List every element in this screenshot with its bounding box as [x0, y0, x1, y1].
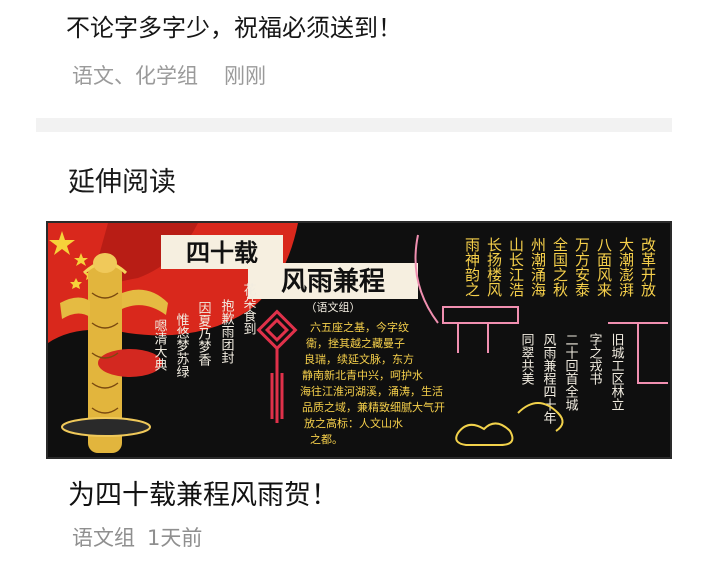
- article-title[interactable]: 为四十载兼程风雨贺！: [68, 473, 338, 512]
- svg-text:因夏乃梦香: 因夏乃梦香: [196, 301, 212, 367]
- svg-text:山长江浩: 山长江浩: [507, 237, 525, 297]
- article-thumbnail[interactable]: 四十载 风雨兼程 （语文组） 因夏乃梦香 惟悠梦苏绿 嗯清大典 抱歉雨团封 花朵…: [46, 221, 672, 459]
- svg-text:良瑞，续延文脉，东方: 良瑞，续延文脉，东方: [304, 352, 414, 366]
- article-meta: 语文组 1天前: [72, 522, 202, 552]
- svg-text:长扬楼风: 长扬楼风: [485, 237, 503, 298]
- article-author: 语文组: [72, 526, 135, 550]
- svg-text:静南新北青中兴，呵护水: 静南新北青中兴，呵护水: [302, 368, 423, 382]
- svg-text:衛，挫其越之藏曼子: 衛，挫其越之藏曼子: [306, 336, 405, 350]
- board-group-label: （语文组）: [306, 300, 361, 314]
- section-divider: [36, 118, 672, 132]
- svg-text:放之高标：人文山水: 放之高标：人文山水: [304, 416, 403, 430]
- svg-text:同翠共美: 同翠共美: [519, 333, 535, 385]
- svg-text:品质之域，兼精致细腻大气开: 品质之域，兼精致细腻大气开: [302, 400, 445, 414]
- article-title[interactable]: 不论字多字少，祝福必须送到！: [66, 8, 402, 43]
- svg-text:万方安泰: 万方安泰: [573, 237, 591, 297]
- svg-text:州潮涌海: 州潮涌海: [529, 237, 547, 297]
- article-time: 刚刚: [224, 64, 266, 88]
- svg-text:花朵食到: 花朵食到: [241, 282, 257, 335]
- article-card-related[interactable]: 四十载 风雨兼程 （语文组） 因夏乃梦香 惟悠梦苏绿 嗯清大典 抱歉雨团封 花朵…: [0, 200, 706, 575]
- svg-text:字之戎书: 字之戎书: [587, 333, 603, 386]
- svg-text:嗯清大典: 嗯清大典: [152, 319, 168, 371]
- svg-text:雨神韵之: 雨神韵之: [463, 237, 481, 298]
- blackboard-image: 四十载 风雨兼程 （语文组） 因夏乃梦香 惟悠梦苏绿 嗯清大典 抱歉雨团封 花朵…: [48, 223, 670, 457]
- svg-text:风雨兼程四十年: 风雨兼程四十年: [541, 333, 557, 424]
- article-time: 1天前: [147, 526, 203, 550]
- svg-text:改革开放: 改革开放: [639, 237, 657, 298]
- svg-text:旧城工区林立: 旧城工区林立: [609, 333, 625, 411]
- svg-text:海往江淮河湖溪，涌涛，生活: 海往江淮河湖溪，涌涛，生活: [300, 384, 443, 398]
- svg-text:八面风来: 八面风来: [595, 237, 613, 297]
- article-meta: 语文、化学组 刚刚: [72, 60, 266, 90]
- svg-text:六五座之基，今字纹: 六五座之基，今字纹: [310, 320, 409, 334]
- board-title-line1: 四十载: [186, 238, 258, 267]
- board-right-poem: 改革开放 大潮澎湃 八面风来 万方安泰 全国之秋 州潮涌海 山长江浩 长扬楼风 …: [463, 236, 657, 298]
- board-title-line2: 风雨兼程: [281, 266, 385, 297]
- article-card-previous[interactable]: 不论字多字少，祝福必须送到！ 语文、化学组 刚刚: [0, 0, 706, 118]
- svg-text:惟悠梦苏绿: 惟悠梦苏绿: [174, 313, 190, 378]
- section-heading: 延伸阅读: [68, 167, 176, 198]
- article-author: 语文、化学组: [72, 64, 198, 88]
- svg-text:抱歉雨团封: 抱歉雨团封: [219, 298, 235, 364]
- svg-text:大潮澎湃: 大潮澎湃: [617, 237, 635, 297]
- svg-text:全国之秋: 全国之秋: [551, 236, 569, 297]
- svg-text:二十回首全城: 二十回首全城: [563, 333, 579, 412]
- svg-text:之都。: 之都。: [310, 432, 343, 446]
